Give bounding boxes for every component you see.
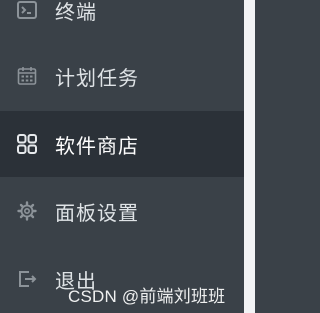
calendar-icon: [16, 65, 38, 87]
sidebar-item-label: 终端: [55, 0, 97, 24]
sidebar-item-store[interactable]: 软件商店: [0, 111, 244, 177]
sidebar-item-label: 计划任务: [55, 65, 139, 90]
gear-icon: [16, 200, 38, 222]
logout-icon: [16, 268, 38, 290]
sidebar-item-label: 面板设置: [55, 200, 139, 225]
sidebar-item-label: 软件商店: [55, 133, 139, 158]
sidebar-menu: 终端 计划任务 软件商店 面板设置 退出: [0, 0, 244, 313]
terminal-icon: [16, 0, 38, 21]
content-edge: [244, 0, 255, 313]
sidebar-item-cron[interactable]: 计划任务: [0, 43, 244, 109]
sidebar-item-terminal[interactable]: 终端: [0, 0, 244, 43]
sidebar-item-settings[interactable]: 面板设置: [0, 178, 244, 244]
grid-apps-icon: [16, 133, 38, 155]
watermark: CSDN @前端刘班班: [68, 287, 226, 306]
